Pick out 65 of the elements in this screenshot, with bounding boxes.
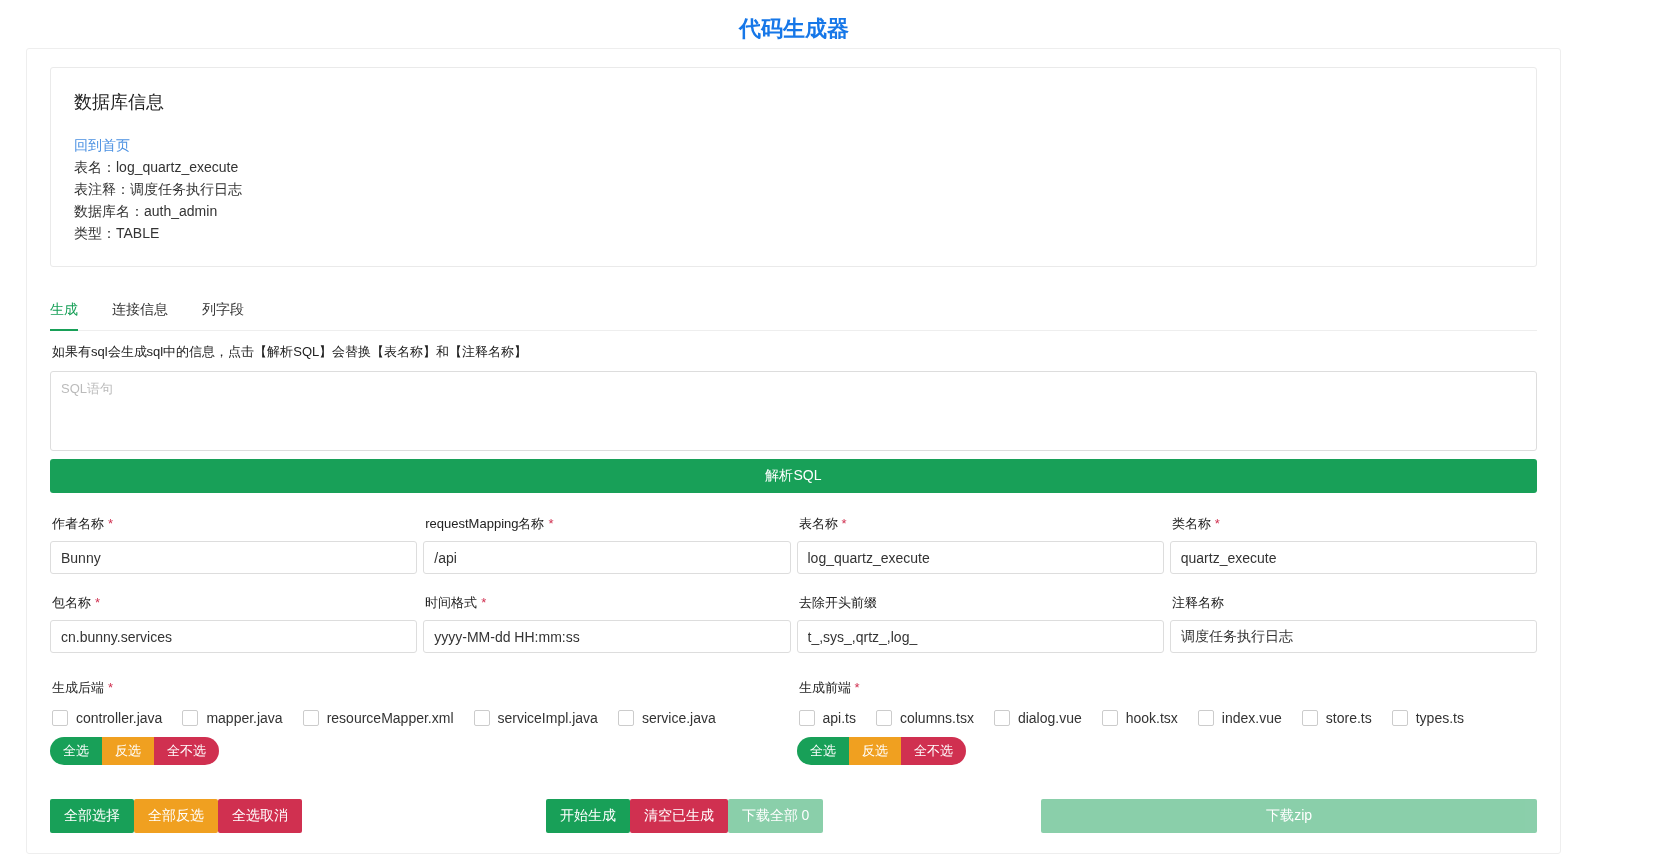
info-line: 表注释：调度任务执行日志 [74, 180, 243, 199]
info-heading: 数据库信息 [74, 91, 165, 114]
select-button[interactable]: 全不选 [900, 737, 966, 765]
info-line: 表名：log_quartz_execute [74, 158, 240, 177]
field-label: requestMapping名称 [425, 515, 545, 533]
info-line: 类型：TABLE [74, 224, 161, 243]
checkbox[interactable] [1101, 710, 1118, 726]
field-label: 作者名称 [52, 515, 104, 533]
field-label: 类名称 [1171, 515, 1211, 533]
field-label: 注释名称 [1171, 594, 1224, 612]
info-line: 数据库名：auth_admin [74, 202, 219, 221]
action-button[interactable]: 清空已生成 [629, 799, 728, 833]
field-label: 生成后端 [52, 679, 104, 697]
checkbox[interactable] [875, 710, 892, 726]
checkbox-label[interactable]: resourceMapper.xml [326, 710, 454, 726]
checkbox[interactable] [993, 710, 1010, 726]
hint-text: 如果有sql会生成sql中的信息，点击【解析SQL】会替换【表名称】和【注释名称】 [52, 343, 529, 361]
checkbox-label[interactable]: index.vue [1221, 710, 1282, 726]
checkbox-label[interactable]: api.ts [822, 710, 856, 726]
text-field[interactable]: /api [423, 541, 791, 574]
field-label: 表名称 [798, 515, 838, 533]
required-mark: * [841, 516, 847, 531]
checkbox[interactable] [182, 710, 199, 726]
tab[interactable]: 列字段 [202, 295, 244, 331]
checkbox-label[interactable]: controller.java [76, 710, 163, 726]
checkbox[interactable] [617, 710, 634, 726]
field-label: 去除开头前缀 [798, 594, 877, 612]
text-field[interactable]: 调度任务执行日志 [1169, 620, 1537, 653]
required-mark: * [854, 680, 860, 695]
checkbox-label[interactable]: store.ts [1325, 710, 1372, 726]
checkbox-label[interactable]: types.ts [1415, 710, 1464, 726]
tab[interactable]: 生成 [50, 295, 78, 331]
checkbox[interactable] [798, 710, 815, 726]
select-button[interactable]: 全不选 [154, 737, 219, 765]
required-mark: * [108, 680, 114, 695]
text-field[interactable]: log_quartz_execute [796, 541, 1164, 574]
text-field[interactable]: t_,sys_,qrtz_,log_ [796, 620, 1164, 653]
checkbox-label[interactable]: service.java [641, 710, 716, 726]
required-mark: * [95, 595, 101, 610]
checkbox[interactable] [473, 710, 490, 726]
checkbox-label[interactable]: hook.tsx [1125, 710, 1178, 726]
sql-field[interactable]: SQL语句 [50, 371, 1537, 451]
text-field[interactable]: cn.bunny.services [50, 620, 418, 653]
checkbox[interactable] [302, 710, 319, 726]
checkbox[interactable] [1391, 710, 1408, 726]
field-label: 包名称 [52, 594, 91, 612]
checkbox-label[interactable]: dialog.vue [1017, 710, 1082, 726]
field-label: 生成前端 [798, 679, 851, 697]
required-mark: * [108, 516, 114, 531]
tab[interactable]: 连接信息 [112, 295, 168, 331]
page-title: 代码生成器 [737, 15, 850, 43]
text-field[interactable]: yyyy-MM-dd HH:mm:ss [423, 620, 791, 653]
required-mark: * [481, 595, 487, 610]
field-label: 时间格式 [425, 594, 478, 612]
text-field[interactable]: Bunny [50, 541, 418, 574]
required-mark: * [548, 516, 554, 531]
text-field[interactable]: quartz_execute [1169, 541, 1537, 574]
required-mark: * [1214, 516, 1220, 531]
checkbox[interactable] [1301, 710, 1318, 726]
checkbox-label[interactable]: mapper.java [206, 710, 283, 726]
action-button[interactable]: 全选取消 [218, 799, 302, 833]
checkbox-label[interactable]: serviceImpl.java [497, 710, 598, 726]
checkbox-label[interactable]: columns.tsx [899, 710, 974, 726]
checkbox[interactable] [52, 710, 68, 726]
checkbox[interactable] [1197, 710, 1214, 726]
